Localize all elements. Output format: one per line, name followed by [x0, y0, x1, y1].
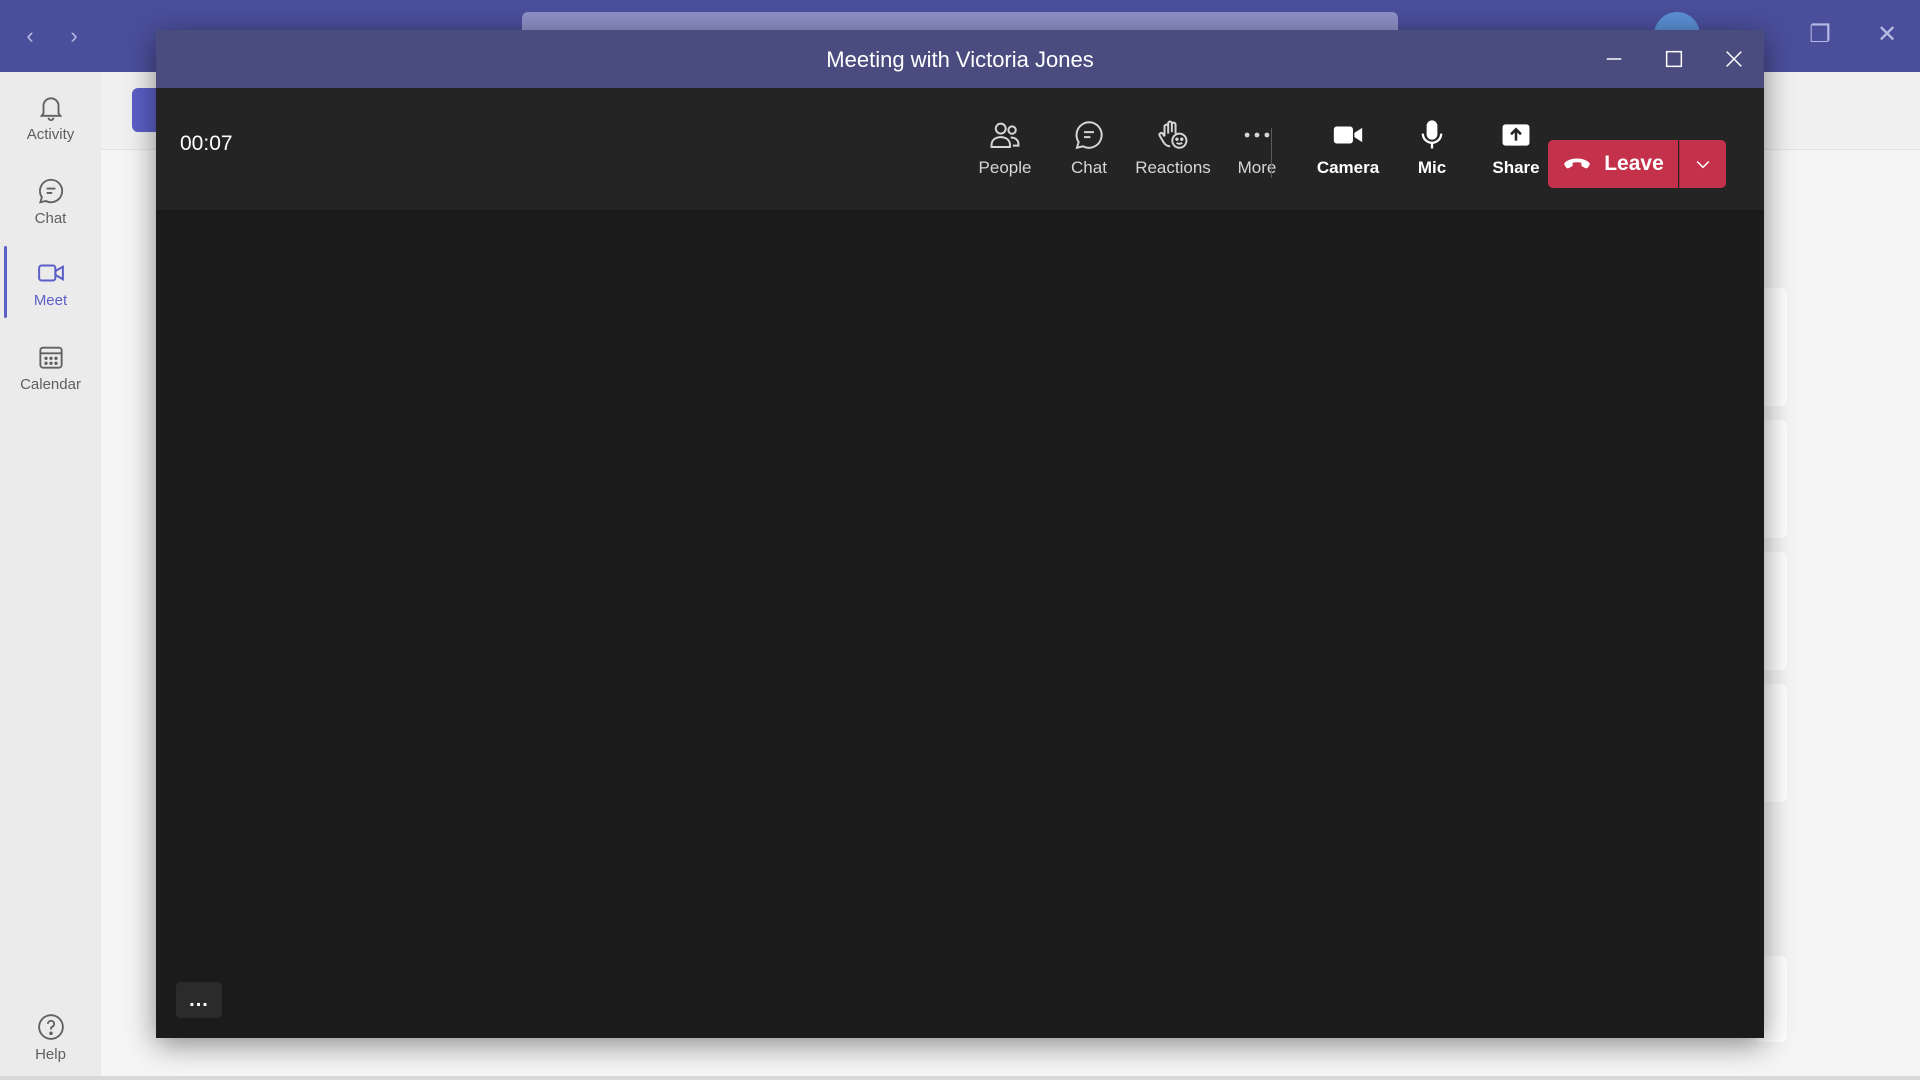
share-label: Share — [1492, 158, 1540, 177]
chat-label: Chat — [1071, 158, 1107, 177]
maximize-button[interactable] — [1654, 40, 1694, 78]
hang-up-icon — [1564, 158, 1590, 169]
app-rail: Activity Chat Meet Calendar Help — [0, 72, 101, 1080]
rail-item-calendar[interactable]: Calendar — [0, 330, 101, 404]
bell-icon — [39, 96, 62, 121]
meeting-timer: 00:07 — [180, 132, 233, 155]
rail-item-activity[interactable]: Activity — [0, 80, 101, 154]
reactions-button[interactable]: Reactions — [1131, 102, 1215, 194]
back-arrow-icon[interactable]: ‹ — [18, 22, 42, 50]
chat-icon — [1075, 121, 1103, 150]
minimize-button[interactable] — [1594, 40, 1634, 78]
leave-label: Leave — [1604, 152, 1664, 175]
chat-icon — [38, 178, 63, 204]
people-label: People — [978, 158, 1032, 177]
rail-label-chat: Chat — [34, 209, 67, 227]
minimize-icon — [1606, 58, 1622, 60]
people-icon — [990, 122, 1020, 149]
mic-label: Mic — [1417, 158, 1447, 177]
bottom-strip — [0, 1076, 1920, 1080]
toolbar-divider — [1271, 128, 1272, 178]
camera-button[interactable]: Camera — [1306, 102, 1390, 194]
share-button[interactable]: Share — [1474, 102, 1558, 194]
close-app-icon[interactable]: ✕ — [1872, 20, 1902, 50]
meeting-title: Meeting with Victoria Jones — [826, 47, 1094, 72]
meeting-title-bar: Meeting with Victoria Jones — [156, 30, 1764, 88]
reactions-label: Reactions — [1135, 158, 1211, 177]
meeting-toolbar: 00:07 People Chat Reactions More Camera … — [156, 88, 1764, 210]
people-button[interactable]: People — [963, 102, 1047, 194]
maximize-icon — [1665, 50, 1683, 68]
chevron-down-icon — [1696, 160, 1710, 169]
rail-label-activity: Activity — [26, 125, 75, 143]
close-icon — [1726, 51, 1742, 67]
more-button[interactable]: More — [1215, 102, 1299, 194]
microphone-icon — [1421, 120, 1443, 149]
rail-item-help[interactable]: Help — [0, 1000, 101, 1074]
chat-button[interactable]: Chat — [1047, 102, 1131, 194]
camera-label: Camera — [1316, 158, 1380, 177]
mic-button[interactable]: Mic — [1390, 102, 1474, 194]
leave-options-button[interactable] — [1679, 140, 1726, 188]
video-icon — [37, 264, 64, 281]
rail-label-meet: Meet — [33, 291, 68, 309]
rail-label-calendar: Calendar — [20, 375, 81, 393]
help-icon — [37, 1013, 64, 1040]
close-button[interactable] — [1714, 40, 1754, 78]
rail-item-chat[interactable]: Chat — [0, 164, 101, 238]
share-screen-icon — [1502, 124, 1530, 146]
rail-label-help: Help — [35, 1045, 66, 1063]
stage-more-options-label: ... — [189, 988, 209, 1011]
raise-hand-icon — [1158, 120, 1188, 149]
camera-icon — [1333, 126, 1363, 144]
forward-arrow-icon[interactable]: › — [62, 22, 86, 50]
more-horizontal-icon — [1244, 132, 1270, 138]
leave-button[interactable]: Leave — [1548, 140, 1678, 188]
meeting-window: Meeting with Victoria Jones 00:07 People… — [156, 30, 1764, 1038]
calendar-icon — [38, 346, 63, 369]
rail-item-meet[interactable]: Meet — [0, 246, 101, 320]
stage-more-options-button[interactable]: ... — [176, 982, 222, 1018]
video-stage — [156, 216, 1764, 1038]
restore-window-icon[interactable]: ❐ — [1805, 20, 1835, 50]
